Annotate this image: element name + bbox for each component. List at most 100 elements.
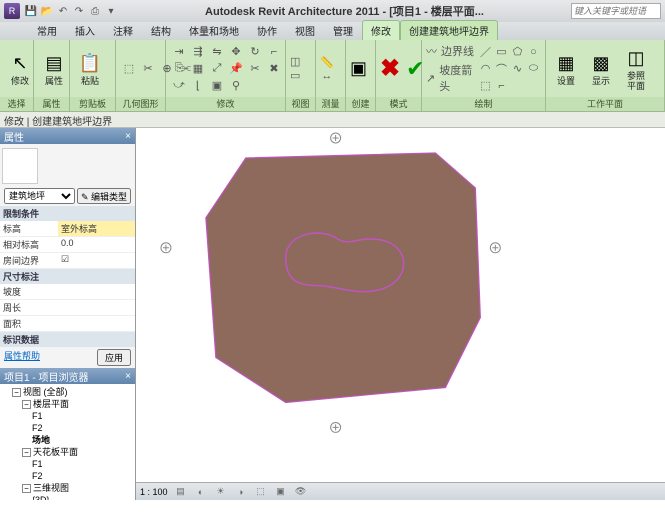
hide-isolate-icon[interactable]: 👁 <box>294 485 308 499</box>
expand-icon[interactable]: − <box>12 388 21 397</box>
panel-label-mode: 模式 <box>376 97 421 111</box>
tree-item[interactable]: 场地 <box>32 434 133 446</box>
visual-style-icon[interactable]: ◐ <box>194 485 208 499</box>
expand-icon[interactable]: − <box>22 484 31 493</box>
tree-item[interactable]: F2 <box>32 470 133 482</box>
measure-icon[interactable]: 📏 <box>320 56 334 69</box>
tree-item[interactable]: F1 <box>32 458 133 470</box>
prop-area[interactable] <box>58 316 135 331</box>
move-icon[interactable]: ✥ <box>227 44 245 60</box>
canvas-svg <box>136 128 665 499</box>
modify-button[interactable]: ↖修改 <box>4 49 36 88</box>
type-selector[interactable]: 建筑地坪 <box>4 188 75 204</box>
tab-massing[interactable]: 体量和场地 <box>180 20 248 40</box>
pick-icon[interactable]: ⬚ <box>478 78 493 94</box>
ref-plane-button[interactable]: ◫参照 平面 <box>620 44 652 93</box>
corner-icon[interactable]: ⌊ <box>189 78 207 94</box>
delete-icon[interactable]: ✖ <box>265 61 283 77</box>
dim-icon[interactable]: ↔ <box>320 70 334 82</box>
properties-grid[interactable]: 限制条件 标高室外标高 相对标高0.0 房间边界☑ 尺寸标注 坡度 周长 面积 … <box>0 206 135 347</box>
print-icon[interactable]: ⎙ <box>88 4 102 18</box>
copy-icon[interactable]: ⎘ <box>170 61 188 77</box>
prop-room-bounding[interactable]: ☑ <box>58 253 135 268</box>
cut-geom-icon[interactable]: ✂ <box>139 61 157 77</box>
expand-icon[interactable]: − <box>22 400 31 409</box>
tree-item[interactable]: {3D} <box>32 494 133 500</box>
qat-more-icon[interactable]: ▾ <box>104 4 118 18</box>
arc3-icon[interactable]: ⌒ <box>494 61 509 77</box>
redo-icon[interactable]: ↷ <box>72 4 86 18</box>
scale-icon[interactable]: ⤢ <box>208 61 226 77</box>
extend-icon[interactable]: ⤻ <box>170 78 188 94</box>
edit-type-button[interactable]: ✎ 编辑类型 <box>77 188 131 204</box>
trim-icon[interactable]: ⌐ <box>265 44 283 60</box>
line-icon[interactable]: ／ <box>478 44 493 60</box>
tab-home[interactable]: 常用 <box>28 20 66 40</box>
app-menu-icon[interactable]: R <box>4 3 20 19</box>
spline-icon[interactable]: ∿ <box>510 61 525 77</box>
sun-path-icon[interactable]: ☀ <box>214 485 228 499</box>
pin-icon[interactable]: 📌 <box>227 61 245 77</box>
rect-icon[interactable]: ▭ <box>494 44 509 60</box>
detail-level-icon[interactable]: ▤ <box>174 485 188 499</box>
align-icon[interactable]: ⇥ <box>170 44 188 60</box>
circle-icon[interactable]: ○ <box>526 44 541 60</box>
mirror-icon[interactable]: ⇋ <box>208 44 226 60</box>
prop-perimeter[interactable] <box>58 300 135 315</box>
create-icon[interactable]: ▣ <box>350 58 367 79</box>
browser-palette-header[interactable]: 项目1 - 项目浏览器 × <box>0 368 135 384</box>
property-help-link[interactable]: 属性帮助 <box>4 349 40 366</box>
shadows-icon[interactable]: ◑ <box>234 485 248 499</box>
tree-item[interactable]: F2 <box>32 422 133 434</box>
apply-button[interactable]: 应用 <box>97 349 131 366</box>
expand-icon[interactable]: − <box>22 448 31 457</box>
crop-region-icon[interactable]: ▣ <box>274 485 288 499</box>
properties-button[interactable]: ▤属性 <box>38 49 70 88</box>
tab-view[interactable]: 视图 <box>286 20 324 40</box>
prop-slope[interactable] <box>58 284 135 299</box>
undo-icon[interactable]: ↶ <box>56 4 70 18</box>
boundary-line-button[interactable]: 〰边界线 <box>426 43 475 59</box>
tab-manage[interactable]: 管理 <box>324 20 362 40</box>
close-icon[interactable]: × <box>125 131 131 142</box>
prop-offset[interactable]: 0.0 <box>58 237 135 252</box>
tab-structure[interactable]: 结构 <box>142 20 180 40</box>
save-icon[interactable]: 💾 <box>24 4 38 18</box>
modify-tools: ⇥⇶⇋✥↻⌐ ⎘▦⤢📌✂✖ ⤻⌊▣⚲ <box>170 44 283 94</box>
ellipse-icon[interactable]: ⬭ <box>526 61 541 77</box>
tab-insert[interactable]: 插入 <box>66 20 104 40</box>
properties-palette-header[interactable]: 属性 × <box>0 128 135 144</box>
tree-item[interactable]: F1 <box>32 410 133 422</box>
fillet-icon[interactable]: ⌐ <box>494 78 509 94</box>
offset-icon[interactable]: ⇶ <box>189 44 207 60</box>
slope-arrow-button[interactable]: ↗坡度箭头 <box>426 62 475 94</box>
view1-icon[interactable]: ◫ <box>290 55 300 68</box>
set-workplane-button[interactable]: ▦设置 <box>550 49 582 88</box>
tab-collab[interactable]: 协作 <box>248 20 286 40</box>
arc-icon[interactable]: ◠ <box>478 61 493 77</box>
group-icon[interactable]: ▣ <box>208 78 226 94</box>
cancel-sketch-button[interactable]: ✖ <box>380 54 400 83</box>
prop-level[interactable]: 室外标高 <box>58 221 135 236</box>
building-pad-shape[interactable] <box>206 153 480 403</box>
cope-icon[interactable]: ⬚ <box>120 61 138 77</box>
open-icon[interactable]: 📂 <box>40 4 54 18</box>
view2-icon[interactable]: ▭ <box>290 69 300 82</box>
drawing-canvas[interactable] <box>136 128 665 500</box>
show-workplane-button[interactable]: ▩显示 <box>585 49 617 88</box>
scale-control[interactable]: 1 : 100 <box>140 487 168 497</box>
search-input[interactable] <box>571 3 661 19</box>
tab-annotate[interactable]: 注释 <box>104 20 142 40</box>
tab-modify[interactable]: 修改 <box>362 20 400 40</box>
project-browser[interactable]: −视图 (全部) −楼层平面 F1 F2 场地 −天花板平面 F1 <box>0 384 135 500</box>
split2-icon[interactable]: ✂ <box>246 61 264 77</box>
rotate-icon[interactable]: ↻ <box>246 44 264 60</box>
panel-label-draw: 绘制 <box>422 97 545 111</box>
close-icon[interactable]: × <box>125 371 131 382</box>
poly-icon[interactable]: ⬠ <box>510 44 525 60</box>
paste-button[interactable]: 📋粘贴 <box>74 49 106 88</box>
crop-icon[interactable]: ⬚ <box>254 485 268 499</box>
unpin-icon[interactable]: ⚲ <box>227 78 245 94</box>
array-icon[interactable]: ▦ <box>189 61 207 77</box>
tab-context-sketch[interactable]: 创建建筑地坪边界 <box>400 20 498 40</box>
